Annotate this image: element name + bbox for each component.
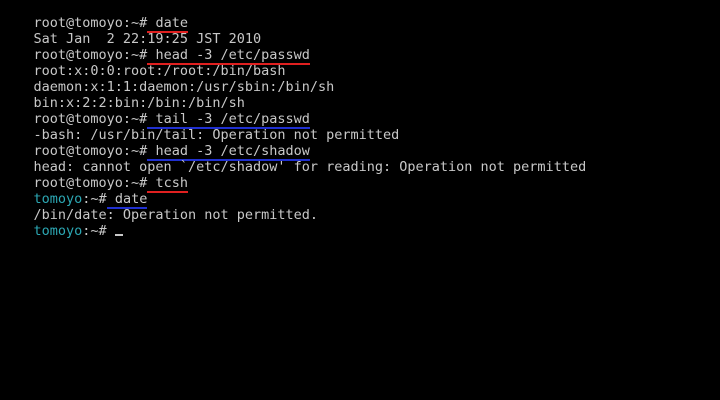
text-cursor xyxy=(114,234,123,236)
command-input[interactable] xyxy=(107,223,115,239)
terminal-line-11: root@tomoyo:~# tcsh xyxy=(0,159,720,193)
terminal-line-3: root@tomoyo:~# head -3 /etc/passwd xyxy=(0,31,720,65)
terminal-line-9: root@tomoyo:~# head -3 /etc/shadow xyxy=(0,127,720,161)
terminal-line-1: root@tomoyo:~# date xyxy=(0,0,720,33)
terminal-line-7: root@tomoyo:~# tail -3 /etc/passwd xyxy=(0,95,720,129)
terminal-line-13: /bin/date: Operation not permitted. xyxy=(0,191,720,223)
terminal-line-10: head: cannot open `/etc/shadow' for read… xyxy=(0,143,720,175)
terminal-line-6: bin:x:2:2:bin:/bin:/bin/sh xyxy=(0,79,720,111)
terminal-line-12: tomoyo:~# date xyxy=(0,175,720,209)
terminal-line-4: root:x:0:0:root:/root:/bin/bash xyxy=(0,47,720,79)
terminal-line-14[interactable]: tomoyo:~# xyxy=(0,207,720,239)
terminal-line-2: Sat Jan 2 22:19:25 JST 2010 xyxy=(0,15,720,47)
terminal-window[interactable]: root@tomoyo:~# date Sat Jan 2 22:19:25 J… xyxy=(0,0,720,400)
terminal-line-5: daemon:x:1:1:daemon:/usr/sbin:/bin/sh xyxy=(0,63,720,95)
tcsh-prompt-suffix: :~# xyxy=(82,223,107,239)
tcsh-prompt-host: tomoyo xyxy=(33,223,83,239)
terminal-line-8: -bash: /usr/bin/tail: Operation not perm… xyxy=(0,111,720,143)
